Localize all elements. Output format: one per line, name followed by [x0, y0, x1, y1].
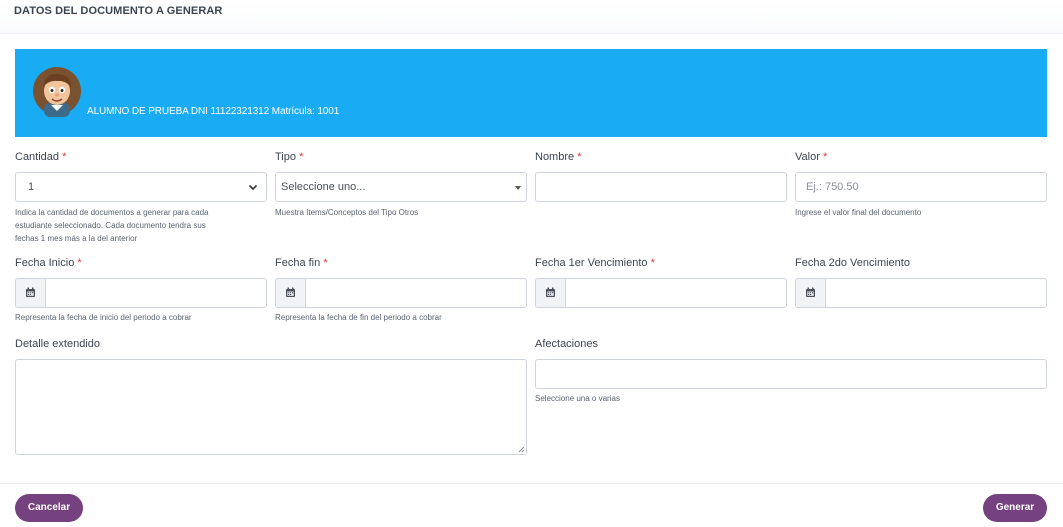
- fecha-inicio-input[interactable]: [15, 278, 267, 308]
- cancel-button[interactable]: Cancelar: [15, 494, 83, 522]
- footer-divider: [0, 483, 1063, 484]
- student-avatar: [33, 67, 81, 117]
- fecha-inicio-label: Fecha Inicio *: [15, 257, 82, 269]
- cantidad-label: Cantidad *: [15, 151, 67, 163]
- afectaciones-multiselect[interactable]: [535, 359, 1047, 389]
- tipo-label: Tipo *: [275, 151, 304, 163]
- fecha-fin-input[interactable]: [275, 278, 527, 308]
- cantidad-help: Indica la cantidad de documentos a gener…: [15, 208, 209, 243]
- fecha-fin-help: Representa la fecha de fin del periodo a…: [275, 313, 442, 322]
- fecha-fin-addon[interactable]: [276, 279, 306, 307]
- caret-down-icon: [515, 186, 521, 190]
- valor-help: Ingrese el valor final del documento: [795, 208, 922, 217]
- fecha-1er-venc-addon[interactable]: [536, 279, 566, 307]
- afectaciones-help: Seleccione una o varias: [535, 394, 620, 403]
- page-header: DATOS DEL DOCUMENTO A GENERAR: [0, 0, 1063, 34]
- generate-button[interactable]: Generar: [983, 494, 1047, 522]
- fecha-2do-venc-label: Fecha 2do Vencimiento: [795, 257, 910, 269]
- fecha-2do-venc-addon[interactable]: [796, 279, 826, 307]
- valor-label: Valor *: [795, 151, 828, 163]
- detalle-label: Detalle extendido: [15, 338, 101, 350]
- page-title: DATOS DEL DOCUMENTO A GENERAR: [14, 5, 223, 17]
- nombre-input[interactable]: [535, 172, 787, 202]
- valor-input[interactable]: Ej.: 750.50: [795, 172, 1047, 202]
- chevron-down-icon: [248, 184, 258, 191]
- calendar-icon: [806, 287, 815, 297]
- tipo-help: Muestra Items/Conceptos del Tipo Otros: [275, 208, 419, 217]
- fecha-inicio-help: Representa la fecha de inicio del period…: [15, 313, 192, 322]
- fecha-1er-venc-label: Fecha 1er Vencimiento *: [535, 257, 655, 269]
- detalle-textarea[interactable]: [15, 359, 527, 455]
- resize-grip-icon[interactable]: [517, 445, 525, 453]
- calendar-icon: [286, 287, 295, 297]
- fecha-inicio-addon[interactable]: [16, 279, 46, 307]
- cantidad-select[interactable]: 1: [15, 172, 267, 202]
- calendar-icon: [26, 287, 35, 297]
- fecha-2do-venc-input[interactable]: [795, 278, 1047, 308]
- calendar-icon: [546, 287, 555, 297]
- fecha-1er-venc-input[interactable]: [535, 278, 787, 308]
- afectaciones-label: Afectaciones: [535, 338, 598, 350]
- fecha-fin-label: Fecha fin *: [275, 257, 328, 269]
- student-info: ALUMNO DE PRUEBA DNI 11122321312 Matrícu…: [87, 106, 340, 117]
- tipo-select[interactable]: Seleccione uno...: [275, 172, 527, 202]
- student-banner: ALUMNO DE PRUEBA DNI 11122321312 Matrícu…: [15, 49, 1047, 137]
- nombre-label: Nombre *: [535, 151, 582, 163]
